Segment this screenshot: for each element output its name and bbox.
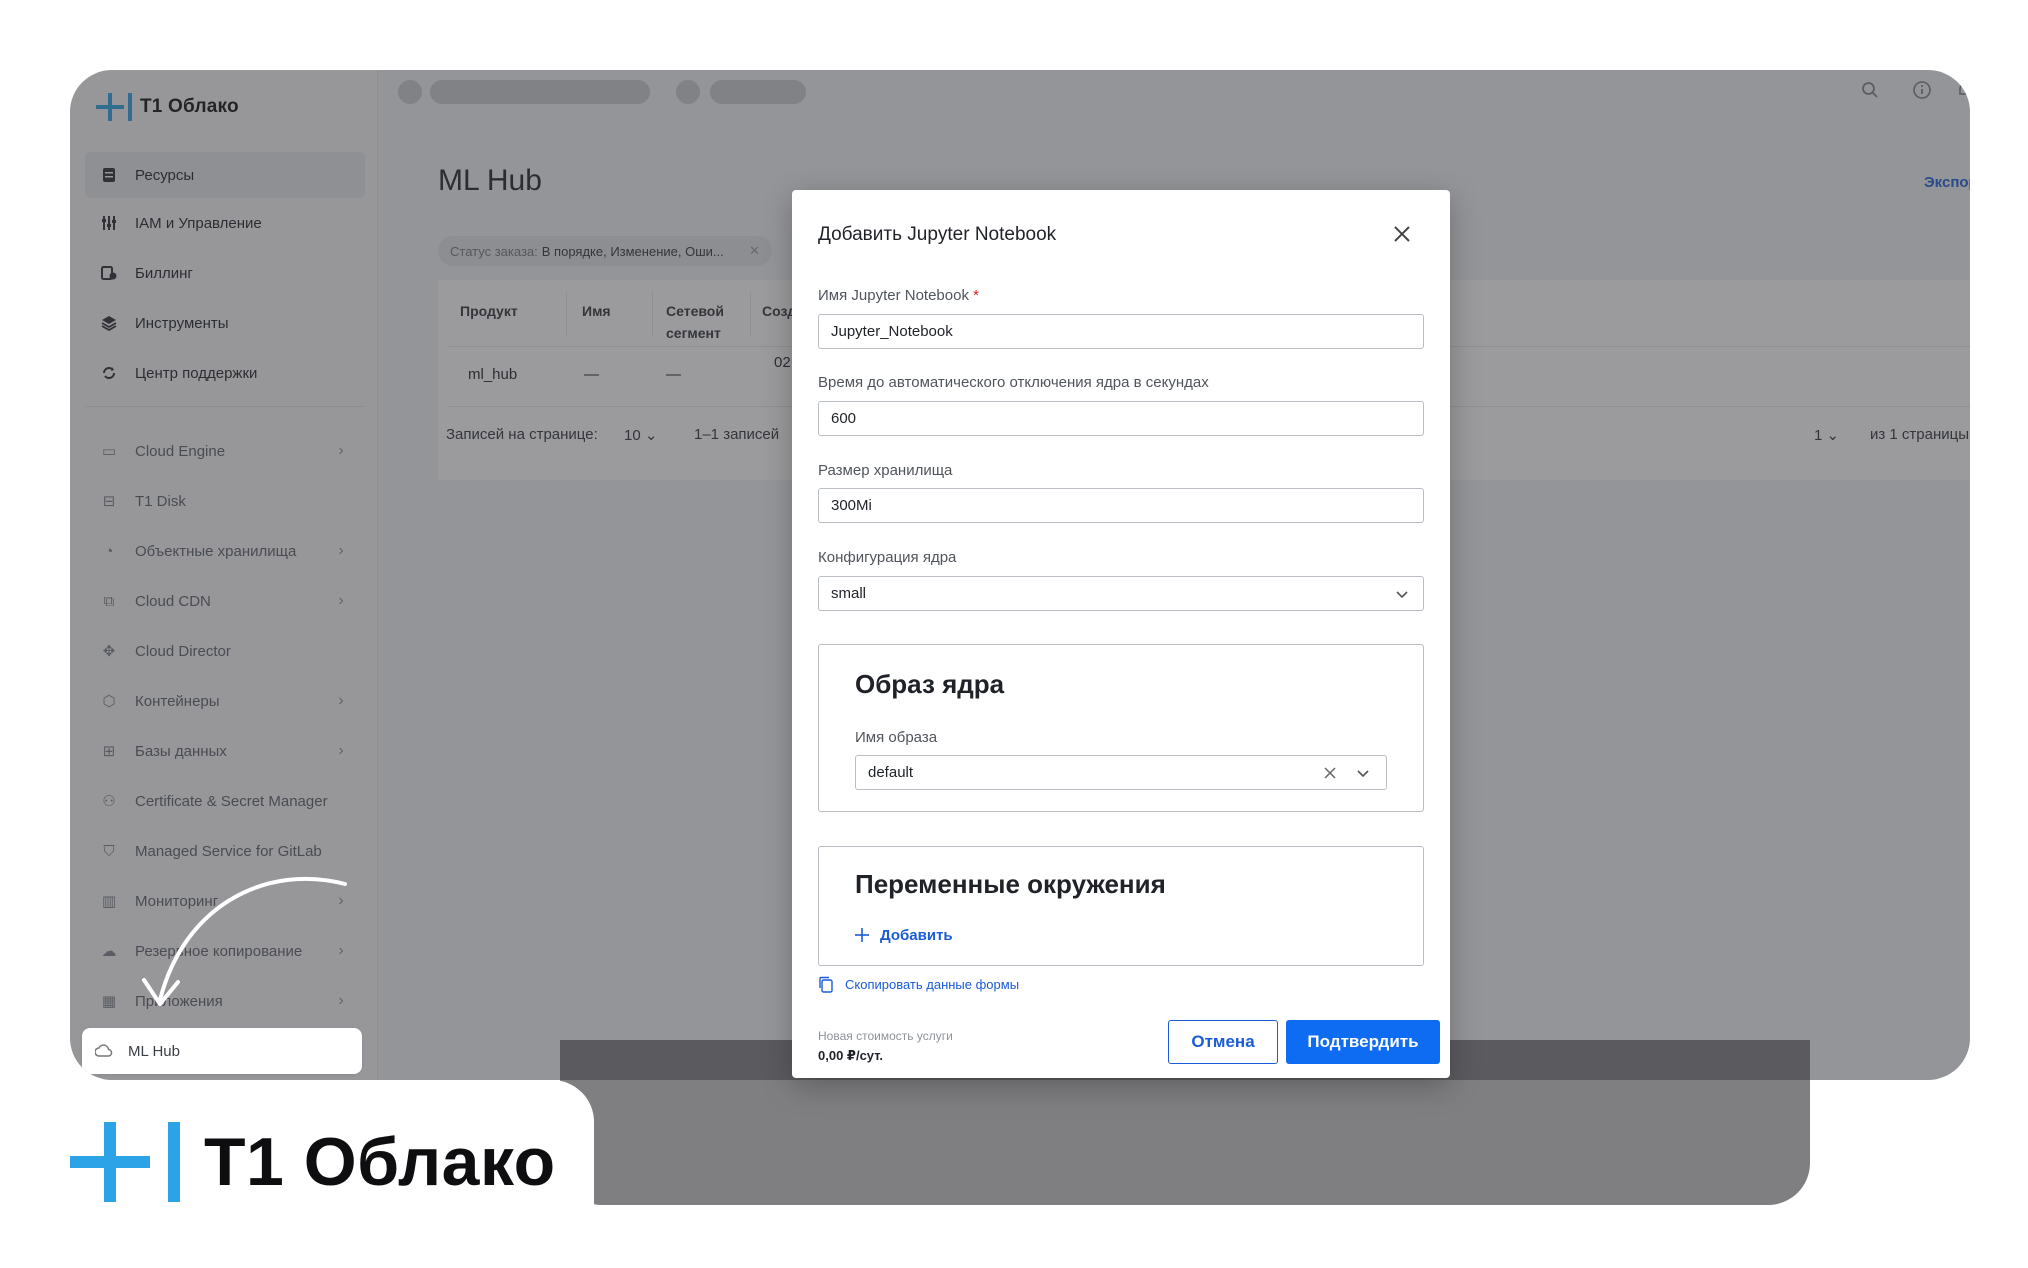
close-icon — [1394, 226, 1410, 242]
kernel-image-section: Образ ядра Имя образа default — [818, 644, 1424, 812]
kernel-timeout-input[interactable] — [818, 401, 1424, 436]
chevron-down-icon — [1396, 591, 1408, 599]
annotation-arrow-icon — [142, 876, 347, 1006]
image-name-select[interactable]: default — [855, 755, 1387, 790]
cancel-button[interactable]: Отмена — [1168, 1020, 1278, 1064]
brand-panel: T1 Облако — [70, 1080, 594, 1268]
env-variables-title: Переменные окружения — [855, 869, 1166, 899]
notebook-name-input[interactable] — [818, 314, 1424, 349]
brand-logo: T1 Облако — [70, 1122, 556, 1202]
brand-plus-icon — [70, 1122, 150, 1202]
clear-icon[interactable] — [1322, 765, 1338, 781]
brand-logo-text: T1 Облако — [204, 1124, 556, 1200]
frame-corner-cutout — [1810, 1080, 1970, 1220]
add-env-variable-button[interactable]: Добавить — [854, 924, 953, 946]
notebook-name-label: Имя Jupyter Notebook * — [818, 287, 979, 304]
confirm-button[interactable]: Подтвердить — [1286, 1020, 1440, 1064]
kernel-image-title: Образ ядра — [855, 669, 1005, 699]
ml-hub-icon — [94, 1041, 114, 1061]
sidebar-item-label: ML Hub — [128, 1042, 180, 1060]
plus-icon — [855, 928, 869, 942]
cost-value: 0,00 ₽/сут. — [818, 1048, 884, 1063]
storage-size-label: Размер хранилища — [818, 462, 953, 479]
add-jupyter-notebook-dialog: Добавить Jupyter Notebook Имя Jupyter No… — [792, 190, 1450, 1078]
required-mark: * — [973, 287, 979, 304]
image-name-label: Имя образа — [855, 729, 938, 746]
image-name-value: default — [868, 764, 914, 781]
close-button[interactable] — [1388, 220, 1416, 248]
env-variables-section: Переменные окружения — [818, 846, 1424, 966]
chevron-down-icon — [1357, 770, 1369, 778]
copy-icon — [819, 976, 833, 993]
kernel-config-label: Конфигурация ядра — [818, 549, 957, 566]
sidebar-item-ml-hub[interactable]: ML Hub — [82, 1028, 362, 1074]
storage-size-input[interactable] — [818, 488, 1424, 523]
kernel-config-value: small — [831, 585, 867, 602]
kernel-config-select[interactable]: small — [818, 576, 1424, 611]
copy-form-data-link[interactable]: Скопировать данные формы — [818, 974, 1019, 994]
cost-label: Новая стоимость услуги — [818, 1029, 953, 1043]
kernel-timeout-label: Время до автоматического отключения ядра… — [818, 374, 1209, 391]
dialog-title: Добавить Jupyter Notebook — [818, 224, 1057, 245]
